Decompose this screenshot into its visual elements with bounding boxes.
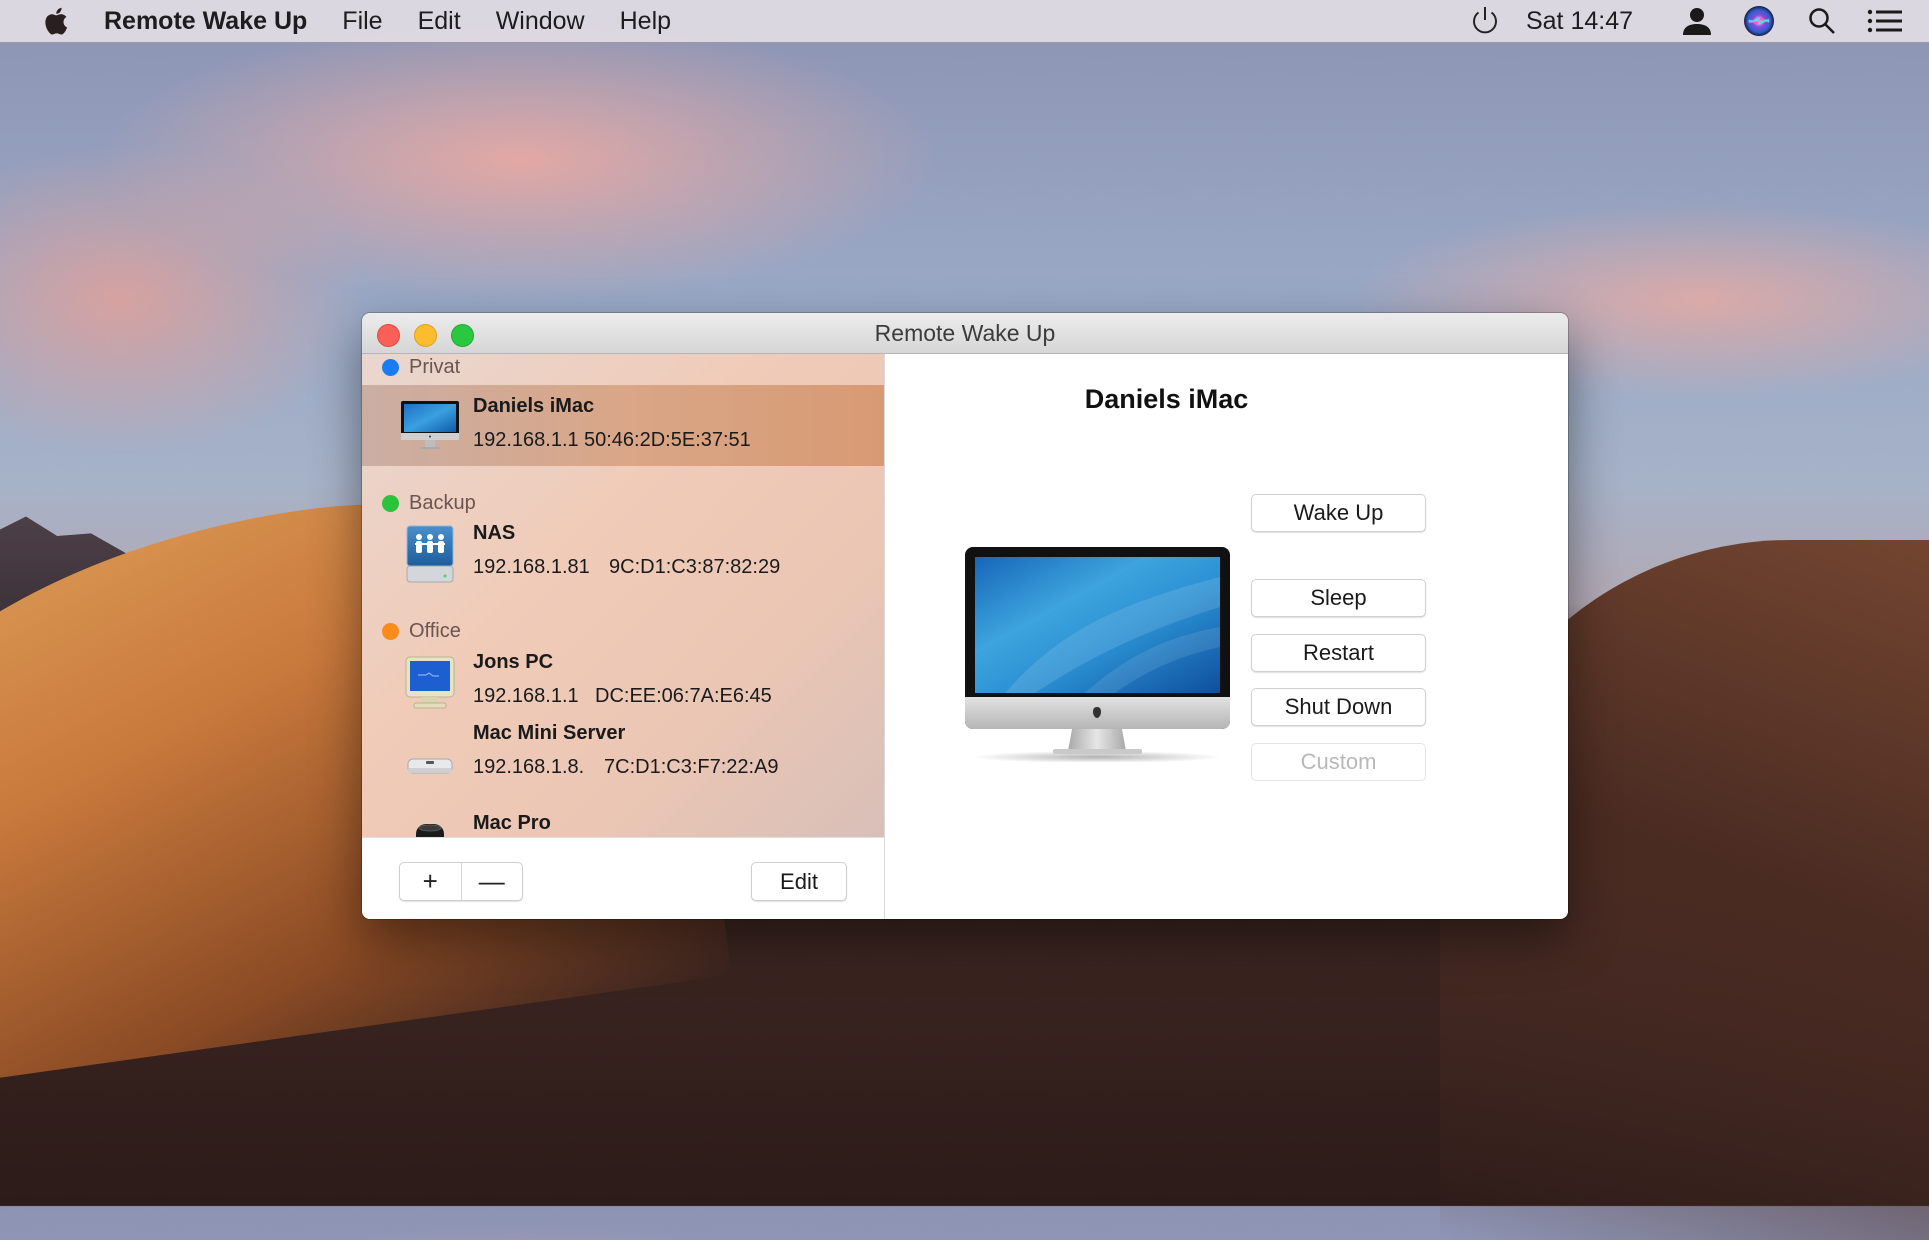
device-row-nas[interactable]: NAS 192.168.1.81 9C:D1:C3:87:82:29	[362, 514, 884, 595]
device-list[interactable]: Privat Daniels iMac 192.168.1.1 50:46:2D…	[362, 354, 884, 837]
menu-help[interactable]: Help	[620, 7, 671, 36]
device-row-mac-pro[interactable]: Mac Pro	[362, 804, 884, 837]
menubar-clock[interactable]: Sat 14:47	[1526, 7, 1633, 36]
add-remove-segmented-control: + —	[399, 862, 523, 901]
group-color-dot	[382, 358, 399, 376]
mac-pro-icon	[400, 812, 460, 837]
device-ip: 192.168.1.8.	[473, 756, 585, 778]
device-ip: 192.168.1.1	[473, 429, 579, 451]
imac-icon	[400, 396, 460, 456]
menu-window[interactable]: Window	[496, 7, 585, 36]
notification-center-icon[interactable]	[1867, 9, 1903, 33]
device-row-mac-mini-server[interactable]: Mac Mini Server 192.168.1.8. 7C:D1:C3:F7…	[362, 722, 884, 805]
edit-button[interactable]: Edit	[751, 862, 847, 901]
menu-app-name[interactable]: Remote Wake Up	[104, 7, 307, 36]
detail-title-text: Daniels iMac	[1084, 384, 1249, 414]
user-icon[interactable]	[1681, 6, 1713, 36]
group-color-dot	[382, 494, 399, 512]
shut-down-button[interactable]: Shut Down	[1251, 688, 1426, 726]
sleep-button[interactable]: Sleep	[1251, 579, 1426, 617]
apple-logo-icon[interactable]	[40, 6, 70, 36]
device-name: NAS	[473, 522, 516, 544]
app-window: Remote Wake Up Privat Daniels iMac 192.1…	[362, 313, 1568, 919]
sidebar-footer: + — Edit	[362, 837, 884, 919]
device-row-daniels-imac[interactable]: Daniels iMac 192.168.1.1 50:46:2D:5E:37:…	[362, 385, 884, 466]
group-name: Backup	[409, 491, 476, 514]
group-color-dot	[382, 622, 399, 640]
sidebar: Privat Daniels iMac 192.168.1.1 50:46:2D…	[362, 354, 885, 919]
device-name: Daniels iMac	[473, 395, 595, 417]
device-ip: 192.168.1.1	[473, 685, 579, 707]
menu-file[interactable]: File	[342, 7, 382, 36]
window-titlebar[interactable]: Remote Wake Up	[362, 313, 1568, 354]
spotlight-search-icon[interactable]	[1807, 6, 1837, 36]
menu-edit[interactable]: Edit	[418, 7, 461, 36]
device-mac: 7C:D1:C3:F7:22:A9	[604, 756, 779, 778]
device-mac: DC:EE:06:7A:E6:45	[595, 685, 772, 707]
wake-up-button[interactable]: Wake Up	[1251, 494, 1426, 532]
pc-monitor-icon	[400, 653, 460, 713]
menu-bar: Remote Wake Up File Edit Window Help Sat…	[0, 0, 1929, 43]
group-header-office: Office	[362, 616, 461, 646]
remove-device-button[interactable]: —	[460, 863, 523, 900]
restart-button[interactable]: Restart	[1251, 634, 1426, 672]
device-ip: 192.168.1.81	[473, 556, 590, 578]
detail-pane: Daniels iMac Wake Up Sleep Restart Shut …	[885, 354, 1568, 919]
group-name: Office	[409, 619, 461, 642]
mac-mini-icon	[400, 736, 460, 796]
window-title: Remote Wake Up	[874, 320, 1056, 346]
group-name: Privat	[409, 355, 461, 378]
group-header-privat: Privat	[362, 354, 460, 382]
device-name: Jons PC	[473, 651, 554, 673]
nas-drive-icon	[400, 524, 460, 584]
device-row-jons-pc[interactable]: Jons PC 192.168.1.1 DC:EE:06:7A:E6:45	[362, 643, 884, 724]
add-device-button[interactable]: +	[400, 863, 461, 900]
imac-large-icon	[965, 547, 1230, 763]
siri-icon[interactable]	[1743, 5, 1775, 37]
device-name: Mac Pro	[473, 812, 551, 834]
custom-button[interactable]: Custom	[1251, 743, 1426, 781]
device-mac: 9C:D1:C3:87:82:29	[609, 556, 781, 578]
device-name: Mac Mini Server	[473, 722, 626, 744]
detail-title: Daniels iMac	[885, 384, 1568, 415]
device-mac: 50:46:2D:5E:37:51	[584, 429, 751, 451]
power-icon[interactable]	[1468, 4, 1502, 38]
